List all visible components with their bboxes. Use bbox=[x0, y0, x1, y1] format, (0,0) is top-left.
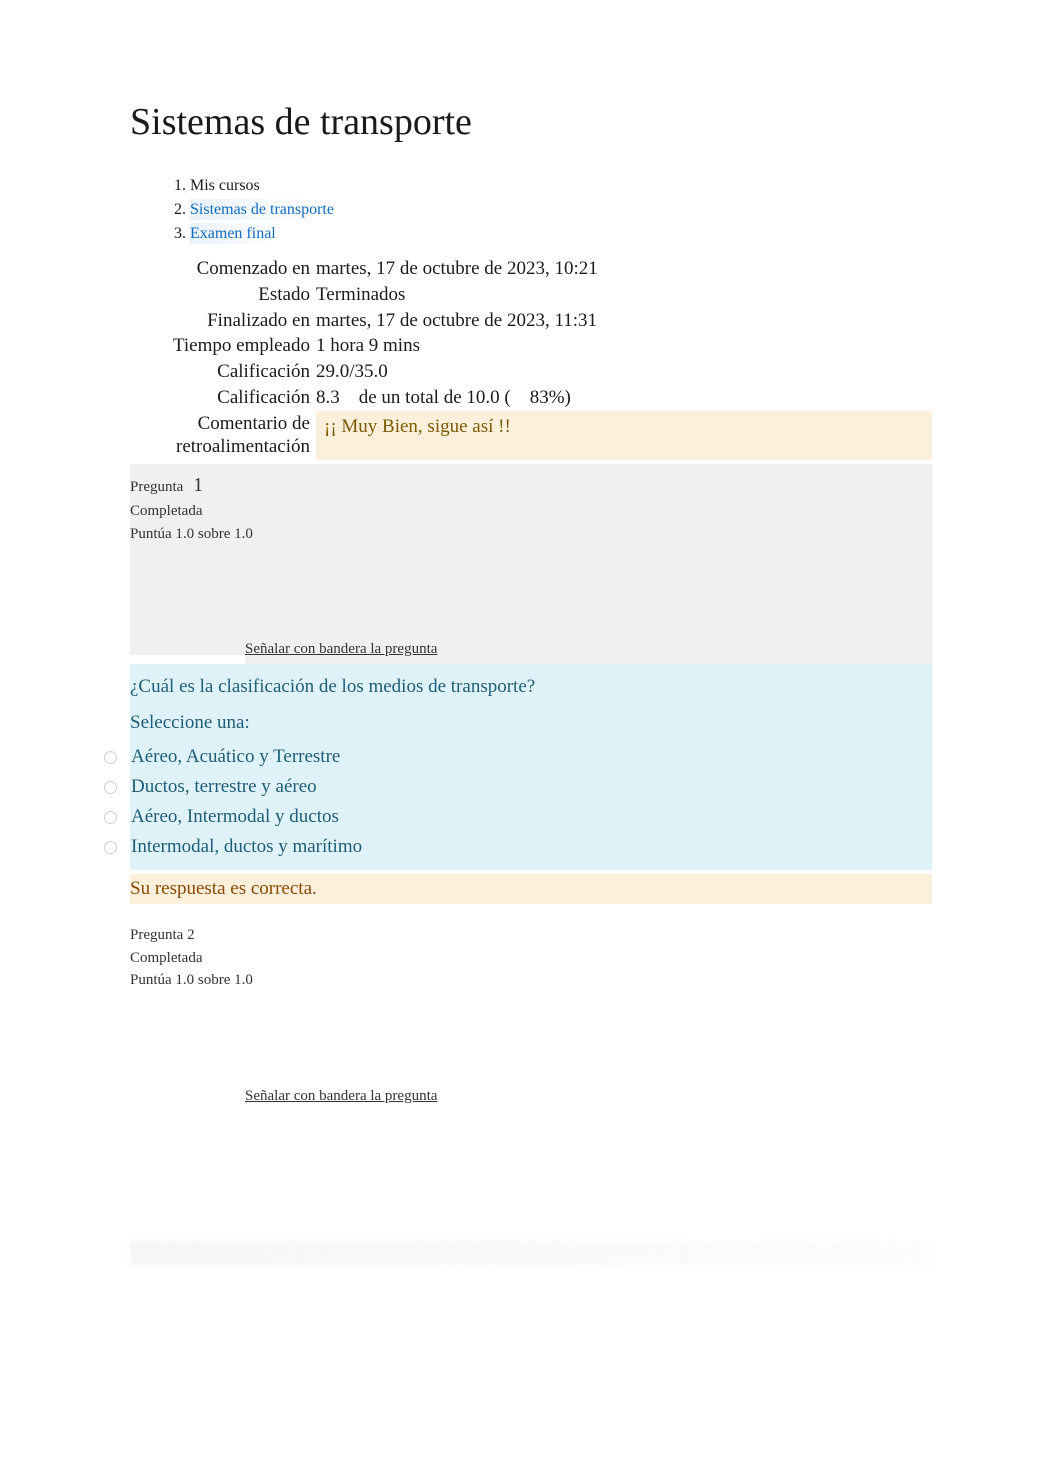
breadcrumb-link-exam[interactable]: Examen final bbox=[190, 223, 316, 244]
breadcrumb-label: Mis cursos bbox=[190, 177, 260, 194]
summary-value-state: Terminados bbox=[316, 282, 932, 308]
answer-label[interactable]: Ductos, terrestre y aéreo bbox=[131, 776, 317, 798]
question-header: Pregunta 2 Completada Puntúa 1.0 sobre 1… bbox=[130, 908, 932, 1102]
question-prompt: Seleccione una: bbox=[130, 712, 932, 742]
answer-radio[interactable] bbox=[104, 751, 117, 764]
summary-value-finished: martes, 17 de octubre de 2023, 11:31 bbox=[316, 308, 932, 334]
answer-option[interactable]: Intermodal, ductos y marítimo bbox=[130, 832, 932, 862]
answers: Aéreo, Acuático y Terrestre Ductos, terr… bbox=[130, 742, 932, 870]
answer-label[interactable]: Aéreo, Acuático y Terrestre bbox=[131, 746, 340, 768]
question-1: Pregunta 1 Completada Puntúa 1.0 sobre 1… bbox=[130, 464, 932, 904]
summary-label-started: Comenzado en bbox=[130, 256, 316, 282]
summary-value-feedback: ¡¡ Muy Bien, sigue así !! bbox=[316, 411, 932, 461]
answer-radio[interactable] bbox=[104, 781, 117, 794]
summary-value-time: 1 hora 9 mins bbox=[316, 333, 932, 359]
breadcrumb-item: Mis cursos bbox=[190, 174, 932, 198]
answer-label[interactable]: Intermodal, ductos y marítimo bbox=[131, 836, 362, 858]
question-body: ¿Cuál es la clasificación de los medios … bbox=[130, 664, 932, 870]
page-blur bbox=[130, 1241, 932, 1265]
breadcrumb-link-course[interactable]: Sistemas de transporte bbox=[190, 199, 374, 220]
answer-option[interactable]: Aéreo, Acuático y Terrestre bbox=[130, 742, 932, 772]
question-text: ¿Cuál es la clasificación de los medios … bbox=[130, 676, 932, 712]
page-title: Sistemas de transporte bbox=[130, 100, 932, 144]
summary-value-grade1: 29.0/35.0 bbox=[316, 359, 932, 385]
question-2: Pregunta 2 Completada Puntúa 1.0 sobre 1… bbox=[130, 908, 932, 1111]
breadcrumb-item: Sistemas de transporte bbox=[190, 198, 932, 222]
flag-question-link[interactable]: Señalar con bandera la pregunta bbox=[245, 637, 932, 664]
breadcrumb: Mis cursos Sistemas de transporte Examen… bbox=[130, 174, 932, 246]
flag-question-link[interactable]: Señalar con bandera la pregunta bbox=[245, 1084, 932, 1111]
question-header: Pregunta 1 Completada Puntúa 1.0 sobre 1… bbox=[130, 464, 932, 655]
question-number: 1 bbox=[193, 474, 203, 496]
answer-feedback: Su respuesta es correcta. bbox=[130, 874, 932, 904]
breadcrumb-item: Examen final bbox=[190, 222, 932, 246]
answer-option[interactable]: Aéreo, Intermodal y ductos bbox=[130, 802, 932, 832]
summary-label-grade2: Calificación bbox=[130, 385, 316, 411]
answer-radio[interactable] bbox=[104, 811, 117, 824]
summary-label-feedback: Comentario de retroalimentación bbox=[130, 411, 316, 461]
question-label: Pregunta bbox=[130, 927, 183, 943]
question-status: Completada bbox=[130, 503, 202, 519]
question-mark: Puntúa 1.0 sobre 1.0 bbox=[130, 526, 253, 542]
answer-label[interactable]: Aéreo, Intermodal y ductos bbox=[131, 806, 339, 828]
question-status: Completada bbox=[130, 950, 202, 966]
summary-value-grade2: 8.3 de un total de 10.0 ( 83%) bbox=[316, 385, 932, 411]
question-mark: Puntúa 1.0 sobre 1.0 bbox=[130, 972, 253, 988]
answer-radio[interactable] bbox=[104, 841, 117, 854]
attempt-summary: Comenzado en martes, 17 de octubre de 20… bbox=[130, 256, 932, 460]
answer-option[interactable]: Ductos, terrestre y aéreo bbox=[130, 772, 932, 802]
summary-label-state: Estado bbox=[130, 282, 316, 308]
summary-value-started: martes, 17 de octubre de 2023, 10:21 bbox=[316, 256, 932, 282]
summary-label-time: Tiempo empleado bbox=[130, 333, 316, 359]
summary-label-finished: Finalizado en bbox=[130, 308, 316, 334]
question-label: Pregunta bbox=[130, 479, 183, 495]
summary-label-grade1: Calificación bbox=[130, 359, 316, 385]
question-number: 2 bbox=[187, 927, 195, 943]
